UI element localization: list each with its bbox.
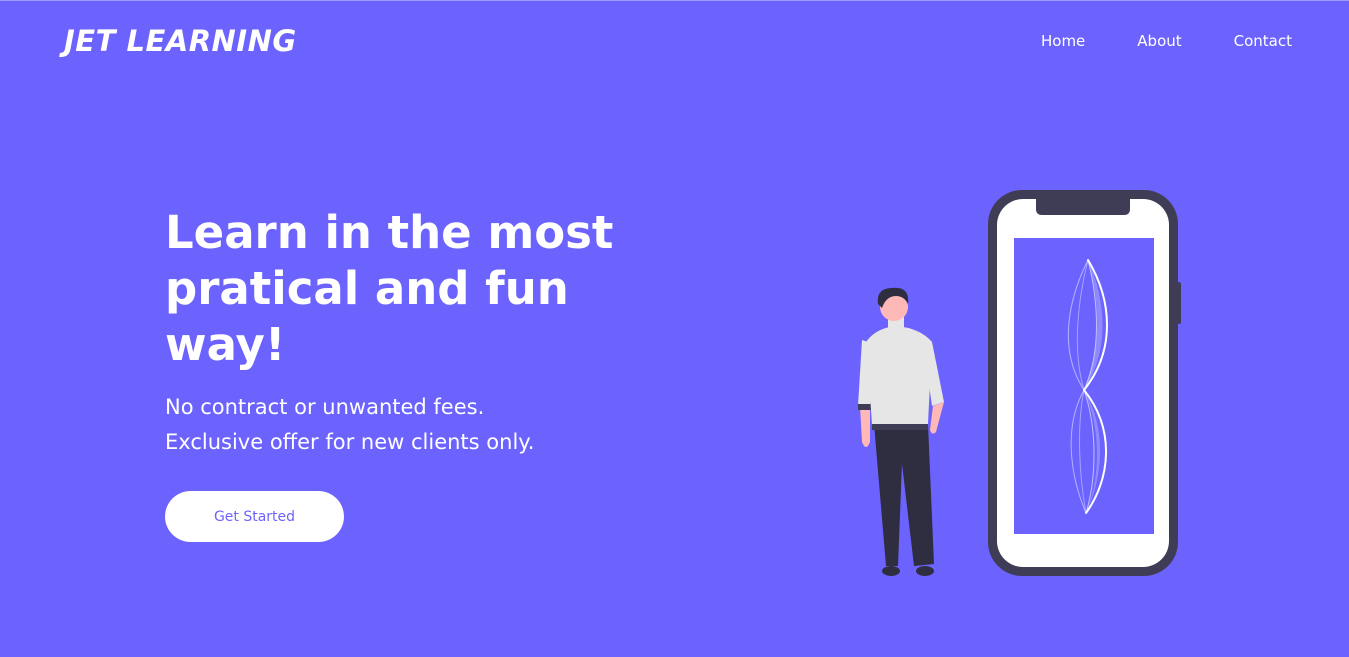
site-logo[interactable]: JET LEARNING (64, 23, 297, 59)
get-started-button[interactable]: Get Started (165, 491, 344, 542)
top-border (0, 0, 1349, 1)
hero-subtitle-line-2: Exclusive offer for new clients only. (165, 430, 535, 454)
nav-home-link[interactable]: Home (1041, 31, 1085, 51)
main-nav: Home About Contact (989, 31, 1292, 51)
hero-subtitle-line-1: No contract or unwanted fees. (165, 395, 485, 419)
nav-about-link[interactable]: About (1137, 31, 1181, 51)
smartphone-icon (988, 190, 1181, 576)
hero-subtitle: No contract or unwanted fees. Exclusive … (165, 390, 534, 460)
person-icon (858, 287, 944, 576)
nav-contact-link[interactable]: Contact (1234, 31, 1292, 51)
hero-illustration (858, 190, 1181, 576)
hero-title: Learn in the most pratical and fun way! (165, 206, 614, 371)
